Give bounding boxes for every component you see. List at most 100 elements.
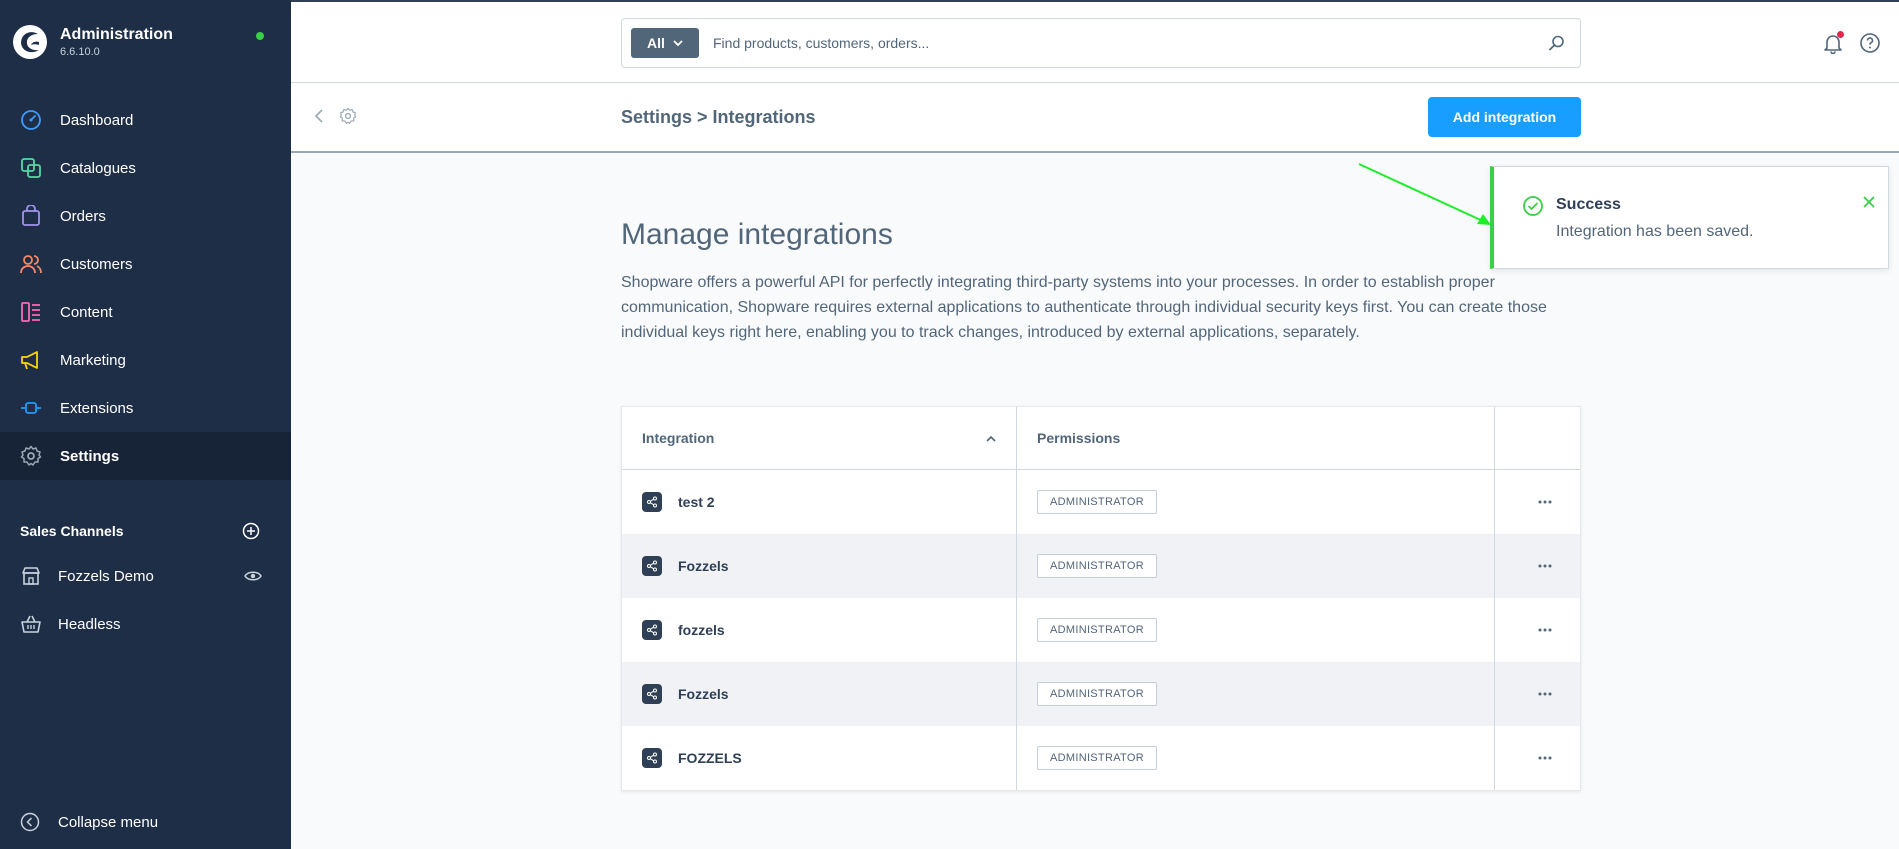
- check-circle-icon: [1523, 196, 1543, 216]
- sidebar-item-label: Content: [60, 303, 113, 321]
- table-row[interactable]: FOZZELS ADMINISTRATOR: [622, 726, 1580, 790]
- sidebar-item-label: Dashboard: [60, 111, 134, 129]
- sidebar-item-label: Customers: [60, 255, 133, 273]
- marketing-icon: [20, 349, 42, 371]
- integration-name[interactable]: Fozzels: [678, 558, 729, 574]
- dashboard-icon: [20, 109, 42, 131]
- permission-badge: ADMINISTRATOR: [1037, 554, 1157, 578]
- close-icon[interactable]: [1862, 195, 1876, 209]
- brand[interactable]: Administration 6.6.10.0: [12, 24, 173, 60]
- success-notification: Success Integration has been saved.: [1490, 166, 1889, 269]
- notification-title: Success: [1556, 196, 1621, 213]
- column-label: Permissions: [1037, 430, 1121, 446]
- sales-channel-fozzels-demo[interactable]: Fozzels Demo: [0, 552, 291, 600]
- share-icon: [642, 492, 662, 512]
- chevron-left-icon[interactable]: [311, 107, 329, 125]
- sidebar: Administration 6.6.10.0 Dashboard Catalo…: [0, 0, 291, 849]
- table-row[interactable]: fozzels ADMINISTRATOR: [622, 598, 1580, 662]
- table-row[interactable]: Fozzels ADMINISTRATOR: [622, 662, 1580, 726]
- settings-gear-icon: [339, 107, 357, 124]
- sidebar-item-content[interactable]: Content: [0, 288, 291, 336]
- share-icon: [642, 684, 662, 704]
- settings-icon: [20, 445, 42, 467]
- customers-icon: [20, 253, 42, 275]
- collapse-menu-label: Collapse menu: [58, 813, 159, 831]
- sidebar-item-dashboard[interactable]: Dashboard: [0, 96, 291, 144]
- permission-badge: ADMINISTRATOR: [1037, 746, 1157, 770]
- content-icon: [20, 301, 42, 323]
- help-icon[interactable]: [1859, 32, 1881, 54]
- sales-channels-title: Sales Channels: [20, 523, 124, 539]
- breadcrumb: Settings > Integrations: [621, 107, 816, 127]
- permission-badge: ADMINISTRATOR: [1037, 490, 1157, 514]
- global-search: All: [621, 18, 1581, 68]
- catalogues-icon: [20, 157, 42, 179]
- notification-badge: [1837, 31, 1844, 38]
- share-icon: [642, 556, 662, 576]
- topbar: All: [291, 0, 1899, 83]
- storefront-icon: [20, 565, 42, 587]
- sales-channel-label: Fozzels Demo: [58, 567, 154, 585]
- page-description: Shopware offers a powerful API for perfe…: [621, 274, 1547, 341]
- permission-badge: ADMINISTRATOR: [1037, 682, 1157, 706]
- integration-name[interactable]: Fozzels: [678, 686, 729, 702]
- page-title: Manage integrations: [621, 218, 893, 251]
- sidebar-item-orders[interactable]: Orders: [0, 192, 291, 240]
- sidebar-item-marketing[interactable]: Marketing: [0, 336, 291, 384]
- sidebar-item-label: Marketing: [60, 351, 126, 369]
- chevron-down-icon: [673, 40, 683, 47]
- table-header: Integration Permissions: [622, 407, 1580, 470]
- integration-name[interactable]: fozzels: [678, 622, 725, 638]
- eye-icon[interactable]: [244, 568, 262, 584]
- integration-name[interactable]: test 2: [678, 494, 715, 510]
- table-row[interactable]: Fozzels ADMINISTRATOR: [622, 534, 1580, 598]
- sidebar-item-label: Extensions: [60, 399, 134, 417]
- annotation-arrow: [1358, 163, 1491, 225]
- basket-icon: [20, 613, 42, 635]
- share-icon: [642, 620, 662, 640]
- add-sales-channel-icon[interactable]: [242, 522, 260, 540]
- collapse-menu-button[interactable]: Collapse menu: [20, 812, 158, 832]
- table-row[interactable]: test 2 ADMINISTRATOR: [622, 470, 1580, 534]
- search-type-label: All: [647, 35, 665, 51]
- app-version: 6.6.10.0: [60, 46, 100, 58]
- integration-name[interactable]: FOZZELS: [678, 750, 742, 766]
- sidebar-item-label: Catalogues: [60, 159, 136, 177]
- online-status-dot: [256, 32, 264, 40]
- column-label: Integration: [642, 430, 715, 446]
- orders-icon: [20, 205, 42, 227]
- notification-message: Integration has been saved.: [1556, 223, 1754, 240]
- add-integration-button[interactable]: Add integration: [1428, 97, 1581, 137]
- sales-channels-header: Sales Channels: [20, 522, 260, 540]
- sidebar-item-label: Settings: [60, 447, 120, 465]
- more-actions-icon[interactable]: [1535, 748, 1555, 768]
- sales-channel-label: Headless: [58, 615, 121, 633]
- sidebar-item-extensions[interactable]: Extensions: [0, 384, 291, 432]
- shopware-logo-icon: [13, 25, 47, 59]
- more-actions-icon[interactable]: [1535, 556, 1555, 576]
- permission-badge: ADMINISTRATOR: [1037, 618, 1157, 642]
- sidebar-item-settings[interactable]: Settings: [0, 432, 291, 480]
- search-icon[interactable]: [1548, 34, 1566, 52]
- integrations-table: Integration Permissions test 2 ADMINISTR…: [621, 406, 1581, 791]
- column-header-permissions[interactable]: Permissions: [1017, 407, 1495, 469]
- page-header: Settings > Integrations Add integration: [291, 83, 1899, 153]
- sales-channel-headless[interactable]: Headless: [0, 600, 291, 648]
- sales-channels-list: Fozzels Demo Headless: [0, 552, 291, 648]
- column-header-actions: [1495, 407, 1580, 469]
- sidebar-item-customers[interactable]: Customers: [0, 240, 291, 288]
- column-header-integration[interactable]: Integration: [622, 407, 1017, 469]
- extensions-icon: [20, 397, 42, 419]
- sidebar-item-catalogues[interactable]: Catalogues: [0, 144, 291, 192]
- sidebar-item-label: Orders: [60, 207, 106, 225]
- main-nav: Dashboard Catalogues Orders Customers Co…: [0, 96, 291, 480]
- more-actions-icon[interactable]: [1535, 684, 1555, 704]
- more-actions-icon[interactable]: [1535, 620, 1555, 640]
- share-icon: [642, 748, 662, 768]
- search-input[interactable]: [713, 35, 1548, 51]
- search-type-select[interactable]: All: [631, 28, 699, 58]
- app-title: Administration: [60, 26, 173, 43]
- sort-ascending-icon[interactable]: [986, 434, 996, 444]
- more-actions-icon[interactable]: [1535, 492, 1555, 512]
- collapse-left-icon: [20, 812, 40, 832]
